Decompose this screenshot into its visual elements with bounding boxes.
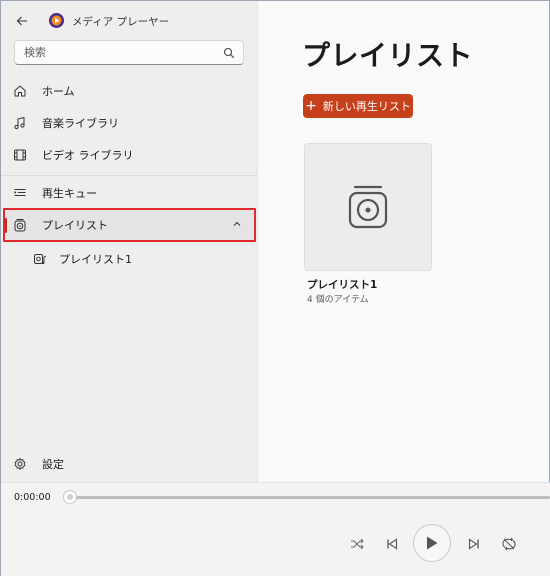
page-title: プレイリスト xyxy=(302,39,474,72)
back-button[interactable] xyxy=(11,10,33,32)
app-title: メディア プレーヤー xyxy=(72,16,170,28)
seek-thumb[interactable] xyxy=(63,490,77,504)
title-bar: メディア プレーヤー xyxy=(1,1,258,41)
repeat-off-icon xyxy=(502,537,516,551)
sidebar-subitem-label: プレイリスト1 xyxy=(59,253,132,266)
chevron-up-icon[interactable] xyxy=(232,219,242,229)
player-bar: 0:00:00 xyxy=(1,482,550,576)
previous-button[interactable] xyxy=(383,535,401,553)
playlist-icon xyxy=(12,217,28,233)
play-button[interactable] xyxy=(413,524,451,562)
seek-bar[interactable] xyxy=(70,496,550,499)
queue-icon xyxy=(12,185,28,201)
home-icon xyxy=(12,83,28,99)
gear-icon xyxy=(12,456,28,472)
previous-icon xyxy=(387,538,398,550)
next-icon xyxy=(468,538,479,550)
sidebar-item-video-library[interactable]: ビデオ ライブラリ xyxy=(5,140,254,170)
sidebar-item-home[interactable]: ホーム xyxy=(5,76,254,106)
sidebar-item-label: ホーム xyxy=(42,85,75,98)
sidebar: メディア プレーヤー ホーム 音楽ライブラリ ビデオ ライブラリ 再生キュー xyxy=(1,1,258,482)
sidebar-item-playlists[interactable]: プレイリスト xyxy=(4,210,254,240)
shuffle-icon xyxy=(351,538,364,550)
repeat-button[interactable] xyxy=(500,535,518,553)
playlist-tile[interactable] xyxy=(304,143,432,271)
new-playlist-button[interactable]: + 新しい再生リスト xyxy=(303,94,413,118)
playlist-icon xyxy=(348,185,388,229)
sidebar-divider xyxy=(1,175,258,176)
play-icon xyxy=(427,536,438,550)
shuffle-button[interactable] xyxy=(348,535,366,553)
sidebar-item-play-queue[interactable]: 再生キュー xyxy=(5,178,254,208)
search-input[interactable] xyxy=(24,46,214,59)
search-box[interactable] xyxy=(14,40,244,65)
sidebar-item-label: 再生キュー xyxy=(42,187,97,200)
current-time: 0:00:00 xyxy=(14,492,51,503)
sidebar-item-label: 音楽ライブラリ xyxy=(42,117,119,130)
sidebar-item-settings[interactable]: 設定 xyxy=(5,449,254,479)
playlist-tile-count: 4 個のアイテム xyxy=(307,295,369,305)
app-logo-icon xyxy=(49,13,64,28)
main-content: プレイリスト + 新しい再生リスト プレイリスト1 4 個のアイテム xyxy=(258,1,549,482)
sidebar-subitem-playlist1[interactable]: プレイリスト1 xyxy=(33,245,132,273)
playlist-music-icon xyxy=(33,252,47,266)
sidebar-item-label: 設定 xyxy=(42,458,64,471)
playlist-tile-name[interactable]: プレイリスト1 xyxy=(307,277,377,292)
search-icon[interactable] xyxy=(223,47,235,59)
plus-icon: + xyxy=(305,98,317,114)
sidebar-item-label: プレイリスト xyxy=(42,219,108,232)
new-playlist-label: 新しい再生リスト xyxy=(322,100,411,113)
film-icon xyxy=(12,147,28,163)
back-arrow-icon xyxy=(16,16,27,26)
sidebar-item-label: ビデオ ライブラリ xyxy=(42,149,134,162)
next-button[interactable] xyxy=(465,535,483,553)
music-note-icon xyxy=(12,115,28,131)
sidebar-item-music-library[interactable]: 音楽ライブラリ xyxy=(5,108,254,138)
